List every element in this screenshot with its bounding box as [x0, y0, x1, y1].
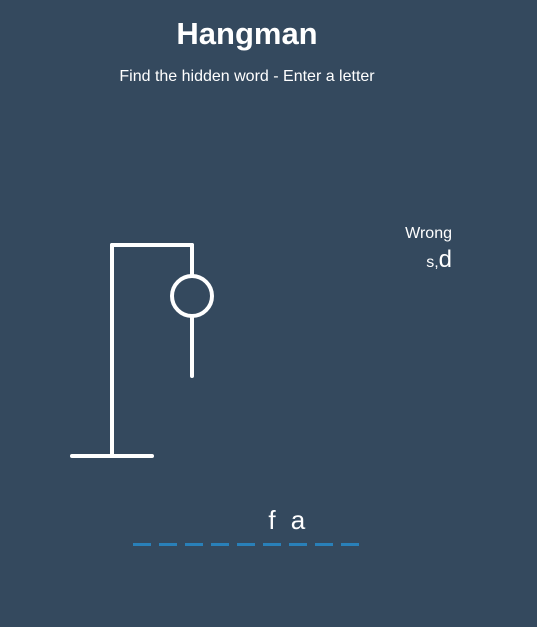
wrong-letters-panel: Wrong s,d	[405, 224, 452, 275]
wrong-letter: d	[438, 246, 452, 273]
letter-slot: f	[263, 502, 281, 546]
letter-slot	[341, 502, 359, 546]
letter-slot	[237, 502, 255, 546]
letter-slot: a	[289, 502, 307, 546]
hangman-head	[170, 274, 214, 318]
wrong-letter: s	[426, 254, 435, 271]
hidden-word: f a	[133, 502, 359, 546]
wrong-letters-list: s,d	[405, 248, 452, 275]
letter-slot	[133, 502, 151, 546]
letter-slot	[211, 502, 229, 546]
wrong-letters-label: Wrong	[405, 225, 452, 242]
letter-slot	[185, 502, 203, 546]
letter-slot	[159, 502, 177, 546]
letter-slot	[315, 502, 333, 546]
